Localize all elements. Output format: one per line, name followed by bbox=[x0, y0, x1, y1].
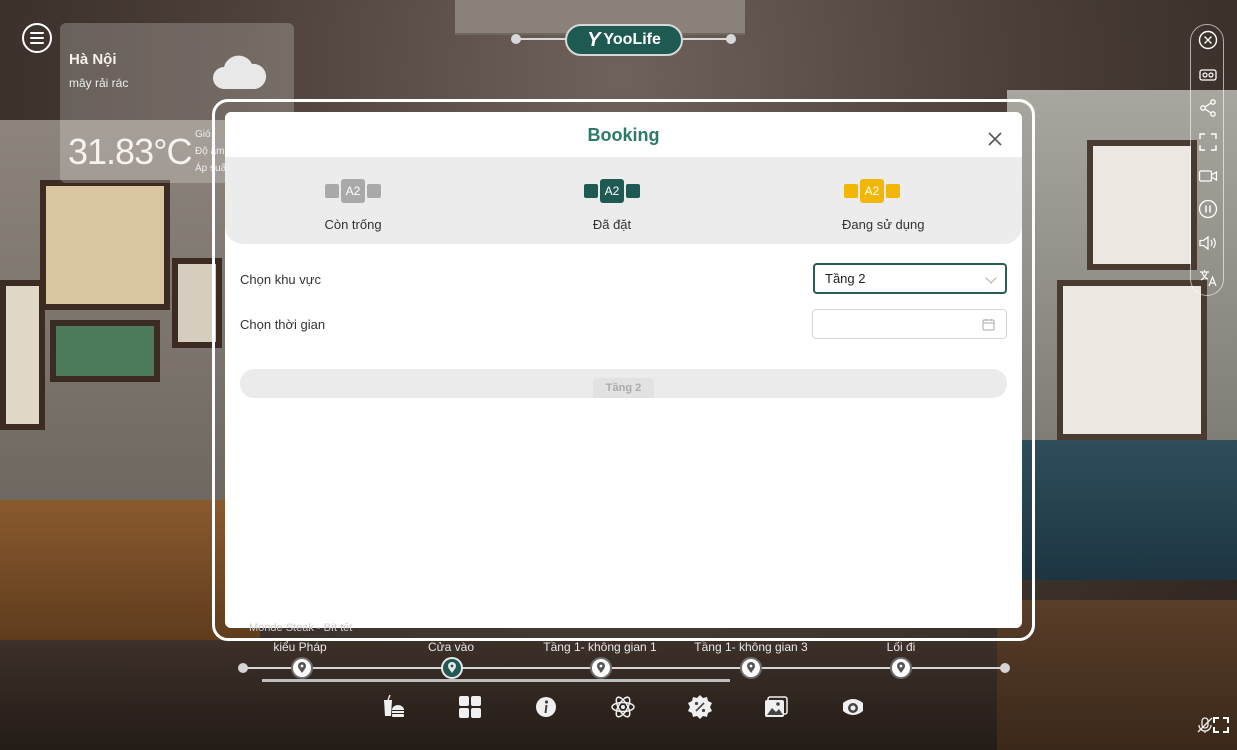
cloud-icon bbox=[210, 53, 268, 98]
area-label: Chọn khu vực bbox=[240, 272, 321, 287]
discount-icon[interactable] bbox=[687, 694, 713, 720]
seat-available-icon: A2 bbox=[323, 175, 383, 207]
location-pin-icon bbox=[747, 662, 755, 673]
tour-stop[interactable] bbox=[890, 657, 912, 679]
booking-modal: Booking A2 Còn trống A2 Đã đặt A2 Đang s… bbox=[225, 112, 1022, 628]
wall-painting bbox=[40, 180, 170, 310]
seat-in-use-icon: A2 bbox=[842, 175, 902, 207]
logo-mark: Y bbox=[587, 28, 601, 51]
logo-line bbox=[683, 38, 731, 40]
right-toolbar bbox=[1190, 24, 1224, 296]
expand-icon[interactable] bbox=[1212, 716, 1230, 734]
close-icon[interactable] bbox=[986, 130, 1004, 148]
time-label: Chọn thời gian bbox=[240, 317, 326, 332]
wall-painting bbox=[1087, 140, 1197, 270]
legend-in-use: A2 Đang sử dụng bbox=[842, 175, 925, 232]
seat-reserved-icon: A2 bbox=[582, 175, 642, 207]
tour-stop-active[interactable] bbox=[441, 657, 463, 679]
tour-stop[interactable] bbox=[590, 657, 612, 679]
legend-label: Đang sử dụng bbox=[842, 217, 925, 232]
close-circle-icon[interactable] bbox=[1198, 30, 1218, 50]
timeline-start-dot bbox=[238, 663, 248, 673]
floor-tab-bar: Tầng 2 bbox=[240, 369, 1007, 398]
location-pin-icon bbox=[448, 662, 456, 673]
chevron-down-icon bbox=[985, 272, 997, 284]
yoolife-logo[interactable]: Y YooLife bbox=[565, 24, 683, 56]
wall-painting bbox=[0, 280, 45, 430]
tour-stop[interactable] bbox=[291, 657, 313, 679]
food-drink-icon[interactable] bbox=[380, 694, 406, 720]
stop-label: Cửa vào bbox=[427, 640, 475, 654]
info-icon[interactable] bbox=[533, 694, 559, 720]
legend-label: Đã đặt bbox=[592, 217, 632, 232]
stop-label: kiểu Pháp bbox=[273, 640, 327, 654]
timeline-end-dot bbox=[1000, 663, 1010, 673]
logo-line bbox=[516, 38, 566, 40]
stop-label: Tầng 1- không gian 3 bbox=[694, 640, 808, 654]
area-select[interactable]: Tầng 2 bbox=[813, 263, 1007, 294]
location-pin-icon bbox=[597, 662, 605, 673]
atom-icon[interactable] bbox=[610, 694, 636, 720]
legend-available: A2 Còn trống bbox=[323, 175, 383, 232]
menu-button[interactable] bbox=[22, 23, 52, 53]
calendar-icon bbox=[982, 318, 995, 336]
stop-label: Tầng 1- không gian 1 bbox=[543, 640, 657, 654]
wall-painting bbox=[50, 320, 160, 382]
logo-text: YooLife bbox=[603, 31, 661, 48]
video-icon[interactable] bbox=[1198, 166, 1218, 186]
seat-status-legend: A2 Còn trống A2 Đã đặt A2 Đang sử dụng bbox=[225, 157, 1022, 244]
legend-reserved: A2 Đã đặt bbox=[582, 175, 642, 232]
pause-icon[interactable] bbox=[1198, 199, 1218, 219]
legend-label: Còn trống bbox=[324, 217, 382, 232]
stop-label: Lối đi bbox=[886, 640, 916, 654]
tour-stop[interactable] bbox=[740, 657, 762, 679]
location-pin-icon bbox=[897, 662, 905, 673]
camera-360-icon[interactable] bbox=[840, 694, 866, 720]
tour-scrollbar[interactable] bbox=[262, 679, 730, 682]
tab-floor-2[interactable]: Tầng 2 bbox=[593, 378, 654, 398]
weather-city: Hà Nội bbox=[69, 51, 117, 68]
wall-painting bbox=[1057, 280, 1207, 440]
weather-temperature: 31.83°C bbox=[68, 131, 192, 172]
logo-dot bbox=[726, 34, 736, 44]
weather-description: mây rải rác bbox=[69, 76, 129, 90]
sofa-right bbox=[1007, 440, 1237, 580]
date-picker-input[interactable] bbox=[812, 309, 1007, 339]
menu-icon bbox=[30, 32, 44, 34]
share-icon[interactable] bbox=[1198, 98, 1218, 118]
translate-icon[interactable] bbox=[1198, 268, 1218, 288]
gallery-icon[interactable] bbox=[763, 694, 789, 720]
grid-icon[interactable] bbox=[457, 694, 483, 720]
volume-icon[interactable] bbox=[1198, 233, 1218, 253]
fullscreen-icon[interactable] bbox=[1198, 132, 1218, 152]
stop-label-partial: Monde Steak - Bít tết bbox=[249, 622, 353, 634]
area-select-value: Tầng 2 bbox=[825, 271, 866, 286]
modal-title: Booking bbox=[587, 125, 660, 145]
location-pin-icon bbox=[298, 662, 306, 673]
vr-headset-icon[interactable] bbox=[1198, 65, 1218, 85]
